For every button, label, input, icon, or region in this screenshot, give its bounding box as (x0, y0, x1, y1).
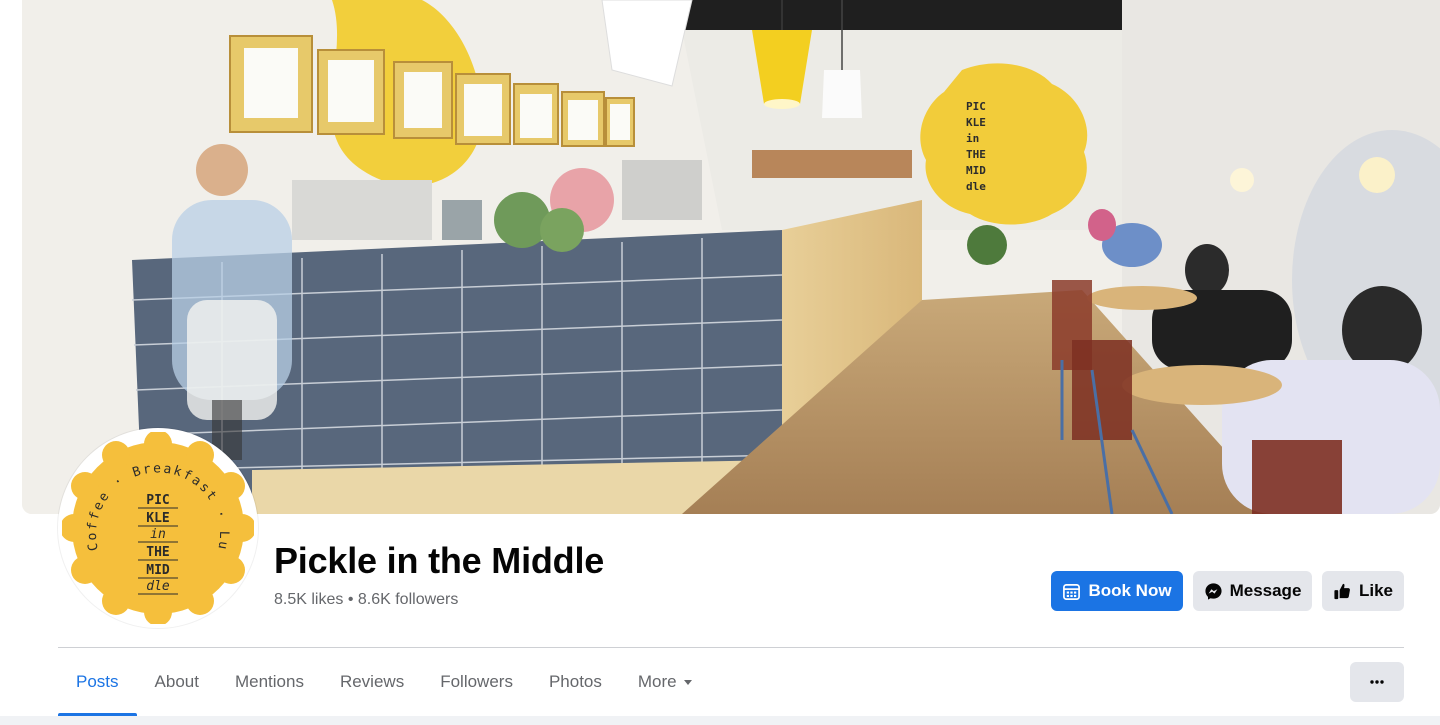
wall-logo-line: THE (966, 148, 986, 161)
avatar-logo-line: KLE (146, 511, 169, 526)
wall-logo-line: PIC (966, 100, 986, 113)
thumbs-up-icon (1334, 583, 1350, 599)
tab-reviews[interactable]: Reviews (322, 650, 422, 714)
overflow-menu-button[interactable] (1350, 662, 1404, 702)
tab-label: Mentions (234, 672, 304, 691)
tab-followers[interactable]: Followers (422, 650, 531, 714)
tab-about[interactable]: About (137, 650, 217, 714)
wall-logo-line: MID (966, 164, 986, 177)
tab-photos[interactable]: Photos (531, 650, 620, 714)
header-divider (58, 647, 1404, 648)
likes-count[interactable]: 8.5K likes (274, 591, 343, 608)
like-label: Like (1358, 581, 1394, 600)
avatar-logo-line: PIC (146, 493, 169, 508)
avatar-logo-line: in (150, 527, 166, 542)
message-button[interactable]: Message (1193, 571, 1312, 611)
wall-logo-line: in (966, 132, 979, 145)
tab-more[interactable]: More (620, 650, 711, 714)
avatar-logo-line: THE (146, 545, 169, 560)
tab-label: Followers (440, 672, 513, 691)
book-now-label: Book Now (1088, 581, 1172, 600)
messenger-icon (1205, 582, 1222, 600)
page-title: Pickle in the Middle (274, 540, 605, 581)
page-profile-picture[interactable]: Coffee · Breakfast · Lunch PIC KLE in TH… (58, 428, 258, 628)
feed-background (0, 716, 1440, 725)
ellipsis-icon (1370, 680, 1384, 684)
page-stats: 8.5K likes • 8.6K followers (274, 591, 458, 609)
tab-label: Photos (548, 672, 602, 691)
page-tabs: Posts About Mentions Reviews Followers P… (58, 650, 711, 716)
caret-down-icon (683, 680, 692, 685)
like-button[interactable]: Like (1322, 571, 1404, 611)
pickle-logo: Coffee · Breakfast · Lunch PIC KLE in TH… (62, 432, 254, 624)
wall-logo-line: dle (966, 180, 986, 193)
avatar-logo-line: dle (146, 579, 170, 594)
calendar-icon (1063, 583, 1081, 600)
wall-logo-line: KLE (966, 116, 986, 129)
followers-count[interactable]: 8.6K followers (358, 591, 459, 608)
tab-label: More (637, 672, 677, 691)
avatar-logo-line: MID (146, 563, 170, 578)
stats-separator: • (343, 591, 358, 608)
tab-mentions[interactable]: Mentions (217, 650, 322, 714)
tab-label: About (154, 672, 199, 691)
tab-posts[interactable]: Posts (58, 650, 137, 716)
tab-label: Reviews (339, 672, 405, 691)
tab-label: Posts (76, 672, 119, 691)
book-now-button[interactable]: Book Now (1051, 571, 1183, 611)
message-label: Message (1229, 581, 1302, 600)
